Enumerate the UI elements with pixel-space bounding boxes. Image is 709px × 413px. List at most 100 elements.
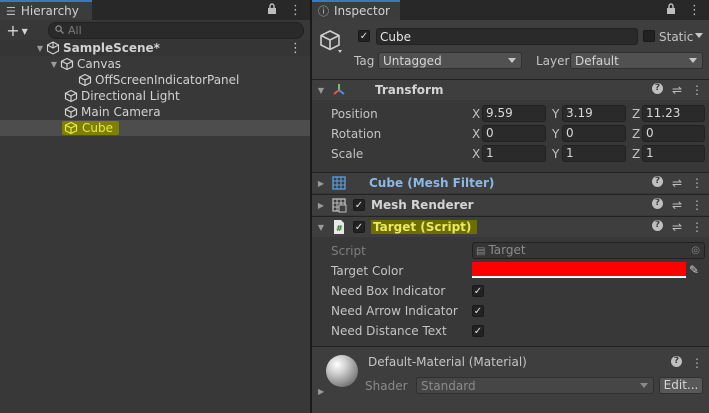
target-script-title: Target (Script): [371, 220, 478, 234]
active-checkbox[interactable]: ✓: [358, 30, 370, 42]
layer-dropdown[interactable]: Default: [570, 52, 703, 69]
scale-y-field[interactable]: 1: [562, 145, 626, 162]
hierarchy-tab-controls: ⋮: [267, 1, 302, 19]
transform-header[interactable]: ▼ Transform ? ⇌ ⋮: [312, 79, 709, 100]
help-icon[interactable]: ?: [651, 176, 663, 187]
axis-x-label[interactable]: X: [472, 147, 480, 161]
hierarchy-item-canvas[interactable]: ▼ Canvas: [0, 56, 310, 72]
rotation-y-field[interactable]: 0: [562, 125, 626, 142]
hierarchy-item-cube[interactable]: Cube: [0, 120, 310, 136]
position-z-field[interactable]: 11.23: [642, 105, 705, 122]
need-distance-label: Need Distance Text: [331, 324, 447, 338]
hierarchy-item-label: OffScreenIndicatorPanel: [95, 73, 240, 87]
material-preview-sphere: [326, 355, 358, 387]
help-icon[interactable]: ?: [671, 356, 682, 367]
fold-open-icon[interactable]: ▼: [316, 223, 326, 232]
scene-label: SampleScene*: [63, 41, 160, 55]
more-menu-icon[interactable]: ⋮: [691, 198, 703, 212]
axis-z-label[interactable]: Z: [632, 147, 640, 161]
presets-icon[interactable]: ⇌: [672, 176, 682, 190]
fold-closed-icon[interactable]: ▶: [318, 387, 324, 396]
target-color-swatch[interactable]: [472, 262, 686, 278]
mesh-renderer-enabled-checkbox[interactable]: ✓: [353, 199, 365, 211]
help-icon[interactable]: ?: [651, 198, 663, 209]
rotation-z-field[interactable]: 0: [642, 125, 705, 142]
fold-closed-icon[interactable]: ▶: [316, 179, 326, 188]
gameobject-icon: [78, 73, 92, 87]
lock-icon[interactable]: [267, 2, 277, 18]
shader-dropdown[interactable]: Standard: [416, 377, 654, 394]
target-color-row: Target Color ✎: [312, 261, 709, 281]
hierarchy-panel: ☰ Hierarchy ⋮ +▼ ▼ SampleScene* ⋮: [0, 0, 310, 413]
target-script-header[interactable]: ▼ # ✓ Target (Script) ? ⇌ ⋮: [312, 216, 709, 237]
lock-icon[interactable]: [666, 2, 676, 18]
need-arrow-checkbox[interactable]: ✓: [472, 305, 484, 317]
need-box-row: Need Box Indicator ✓: [312, 281, 709, 301]
hierarchy-item-directional-light[interactable]: Directional Light: [0, 88, 310, 104]
chevron-down-icon: [640, 383, 648, 388]
static-dropdown-icon[interactable]: [695, 33, 703, 38]
svg-text:#: #: [336, 224, 343, 233]
static-checkbox[interactable]: [643, 30, 655, 42]
fold-closed-icon[interactable]: ▶: [316, 201, 326, 210]
presets-icon[interactable]: ⇌: [672, 220, 682, 234]
mesh-filter-header[interactable]: ▶ Cube (Mesh Filter) ? ⇌ ⋮: [312, 172, 709, 193]
position-y-field[interactable]: 3.19: [562, 105, 626, 122]
need-box-label: Need Box Indicator: [331, 284, 446, 298]
tab-inspector[interactable]: ⓘ Inspector: [312, 0, 400, 20]
eyedropper-icon[interactable]: ✎: [689, 263, 699, 277]
need-distance-row: Need Distance Text ✓: [312, 321, 709, 341]
axis-z-label[interactable]: Z: [632, 107, 640, 121]
hierarchy-search-input[interactable]: [68, 24, 268, 37]
gameobject-large-icon[interactable]: [318, 28, 346, 56]
mesh-renderer-icon: [331, 197, 347, 213]
hierarchy-scene-row[interactable]: ▼ SampleScene* ⋮: [0, 40, 310, 56]
hierarchy-item-offscreen-panel[interactable]: OffScreenIndicatorPanel: [0, 72, 310, 88]
tab-hierarchy[interactable]: ☰ Hierarchy: [0, 0, 92, 20]
fold-open-icon[interactable]: ▼: [48, 60, 60, 69]
position-x-field[interactable]: 9.59: [482, 105, 546, 122]
need-distance-checkbox[interactable]: ✓: [472, 325, 484, 337]
more-menu-icon[interactable]: ⋮: [691, 176, 703, 190]
more-menu-icon[interactable]: ⋮: [289, 3, 302, 18]
scale-x-field[interactable]: 1: [482, 145, 546, 162]
axis-x-label[interactable]: X: [472, 107, 480, 121]
more-menu-icon[interactable]: ⋮: [688, 3, 701, 18]
mesh-grid-icon: [331, 175, 347, 191]
scene-menu-icon[interactable]: ⋮: [289, 41, 302, 56]
need-arrow-label: Need Arrow Indicator: [331, 304, 458, 318]
help-icon[interactable]: ?: [651, 220, 663, 231]
more-menu-icon[interactable]: ⋮: [691, 220, 703, 234]
tag-dropdown[interactable]: Untagged: [378, 52, 522, 69]
transform-scale-row: Scale X 1 Y 1 Z 1: [312, 144, 709, 164]
axis-z-label[interactable]: Z: [632, 127, 640, 141]
hierarchy-item-main-camera[interactable]: Main Camera: [0, 104, 310, 120]
need-box-checkbox[interactable]: ✓: [472, 285, 484, 297]
component-header-controls: ? ⇌ ⋮: [651, 83, 703, 97]
fold-open-icon[interactable]: ▼: [316, 86, 326, 95]
unity-scene-icon: [46, 41, 60, 55]
axis-y-label[interactable]: Y: [552, 107, 559, 121]
axis-y-label[interactable]: Y: [552, 127, 559, 141]
mesh-renderer-header[interactable]: ▶ ✓ Mesh Renderer ? ⇌ ⋮: [312, 194, 709, 215]
scale-z-field[interactable]: 1: [642, 145, 705, 162]
rotation-x-field[interactable]: 0: [482, 125, 546, 142]
rotation-label: Rotation: [331, 127, 382, 141]
fold-open-icon[interactable]: ▼: [34, 44, 46, 53]
position-label: Position: [331, 107, 378, 121]
create-button[interactable]: + ▼: [0, 20, 34, 40]
presets-icon[interactable]: ⇌: [672, 83, 682, 97]
axis-x-label[interactable]: X: [472, 127, 480, 141]
caret-down-icon: ▼: [21, 26, 28, 36]
presets-icon[interactable]: ⇌: [672, 198, 682, 212]
axis-y-label[interactable]: Y: [552, 147, 559, 161]
edit-shader-button[interactable]: Edit...: [659, 377, 703, 394]
help-icon[interactable]: ?: [651, 83, 663, 94]
script-object-field: ▤ Target ◎: [472, 242, 705, 259]
script-row: Script ▤ Target ◎: [312, 241, 709, 261]
target-script-enabled-checkbox[interactable]: ✓: [353, 221, 365, 233]
more-menu-icon[interactable]: ⋮: [691, 83, 703, 97]
more-menu-icon[interactable]: ⋮: [691, 356, 703, 370]
shader-label: Shader: [365, 379, 408, 393]
object-name-field[interactable]: [376, 28, 638, 45]
